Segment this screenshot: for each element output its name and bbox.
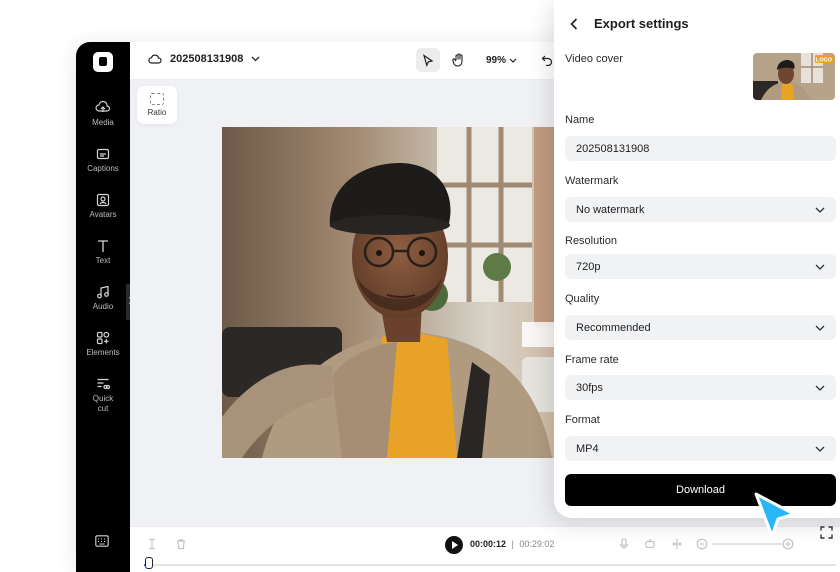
hand-tool-button[interactable] <box>446 48 470 72</box>
time-separator: | <box>511 539 514 549</box>
quality-select[interactable]: Recommended <box>565 315 836 340</box>
playhead-handle[interactable] <box>144 557 153 569</box>
captions-icon <box>96 148 110 160</box>
app-logo[interactable] <box>93 52 113 72</box>
select-tool-button[interactable] <box>416 48 440 72</box>
play-button[interactable] <box>445 536 463 554</box>
split-audio-icon[interactable] <box>671 538 683 550</box>
video-preview[interactable] <box>222 127 602 458</box>
mouse-cursor-icon <box>754 492 796 538</box>
sidebar-item-label: Media <box>92 118 114 127</box>
elements-icon <box>96 331 110 345</box>
undo-icon <box>541 55 553 66</box>
format-value: MP4 <box>576 442 599 455</box>
sidebar-item-avatars[interactable]: Avatars <box>76 192 130 220</box>
sidebar-item-quick-cut[interactable]: Quick cut <box>76 376 130 414</box>
chevron-down-icon <box>815 264 825 270</box>
sidebar-item-label: Captions <box>87 164 119 173</box>
frame-rate-select[interactable]: 30fps <box>565 375 836 400</box>
sidebar-item-label: Avatars <box>89 210 117 219</box>
timeline-bar: 00:00:12 | 00:29:02 <box>130 526 840 572</box>
project-name: 202508131908 <box>170 53 244 65</box>
zoom-slider-track[interactable] <box>712 543 782 545</box>
chevron-down-icon <box>815 446 825 452</box>
chevron-down-icon <box>509 58 517 63</box>
chevron-down-icon <box>815 325 825 331</box>
canvas-tools: 99% <box>416 48 559 72</box>
video-cover-thumbnail[interactable]: LOGO <box>753 53 835 100</box>
resolution-value: 720p <box>576 260 601 273</box>
sidebar: Media Captions Avatars Text Audio Elemen… <box>76 42 130 572</box>
zoom-selector[interactable]: 99% <box>486 55 517 66</box>
name-input[interactable]: 202508131908 <box>565 136 836 161</box>
watermark-select[interactable]: No watermark <box>565 197 836 222</box>
format-label: Format <box>565 414 600 426</box>
name-value: 202508131908 <box>576 142 650 155</box>
back-arrow-icon[interactable] <box>570 17 578 30</box>
video-cover-label: Video cover <box>565 53 623 65</box>
ratio-button[interactable]: Ratio <box>137 86 177 124</box>
microphone-icon[interactable] <box>618 538 630 550</box>
text-icon <box>98 240 108 252</box>
quality-label: Quality <box>565 293 600 305</box>
current-time: 00:00:12 <box>470 539 507 549</box>
cloud-icon <box>148 54 162 64</box>
sidebar-item-label: Text <box>95 256 111 265</box>
sidebar-item-media[interactable]: Media <box>76 100 130 128</box>
pointer-icon <box>422 53 434 67</box>
sidebar-item-text[interactable]: Text <box>76 238 130 266</box>
format-select[interactable]: MP4 <box>565 436 836 461</box>
sidebar-item-label: Audio <box>92 302 114 311</box>
chevron-down-icon <box>815 207 825 213</box>
sidebar-item-captions[interactable]: Captions <box>76 146 130 174</box>
video-frame-image <box>222 127 602 458</box>
frame-rate-label: Frame rate <box>565 354 619 366</box>
zoom-level: 99% <box>486 54 507 66</box>
audio-icon <box>97 285 109 299</box>
robot-icon[interactable] <box>644 538 656 550</box>
ratio-label: Ratio <box>147 108 167 117</box>
ratio-icon <box>150 93 164 105</box>
export-settings-panel: Export settings Video cover LOGO Name 20… <box>554 0 840 518</box>
cover-logo-badge: LOGO <box>816 57 833 63</box>
hand-icon <box>451 53 463 67</box>
split-icon[interactable] <box>146 538 158 550</box>
zoom-out-icon[interactable] <box>696 538 708 550</box>
avatars-icon <box>96 193 110 207</box>
chevron-down-icon <box>251 56 260 62</box>
delete-icon[interactable] <box>175 538 187 550</box>
quality-value: Recommended <box>576 321 651 334</box>
resolution-select[interactable]: 720p <box>565 254 836 279</box>
panel-header: Export settings <box>570 16 689 31</box>
cover-image: LOGO <box>753 53 835 100</box>
watermark-label: Watermark <box>565 175 619 187</box>
resolution-label: Resolution <box>565 235 617 247</box>
name-label: Name <box>565 114 595 126</box>
frame-rate-value: 30fps <box>576 381 603 394</box>
sidebar-item-label: Elements <box>86 348 120 357</box>
sidebar-item-label: Quick cut <box>92 394 114 413</box>
keyboard-icon <box>95 535 109 547</box>
playback-time: 00:00:12 | 00:29:02 <box>470 539 554 549</box>
total-time: 00:29:02 <box>519 539 555 549</box>
fullscreen-icon[interactable] <box>820 526 833 539</box>
sidebar-item-elements[interactable]: Elements <box>76 330 130 358</box>
project-selector[interactable]: 202508131908 <box>148 53 260 65</box>
watermark-value: No watermark <box>576 203 645 216</box>
keyboard-shortcuts-button[interactable] <box>95 534 109 552</box>
panel-title: Export settings <box>594 16 689 31</box>
media-icon <box>95 100 111 112</box>
quick-cut-icon <box>97 378 111 390</box>
chevron-down-icon <box>815 385 825 391</box>
playhead-track[interactable] <box>144 564 836 566</box>
sidebar-item-audio[interactable]: Audio <box>76 284 130 312</box>
